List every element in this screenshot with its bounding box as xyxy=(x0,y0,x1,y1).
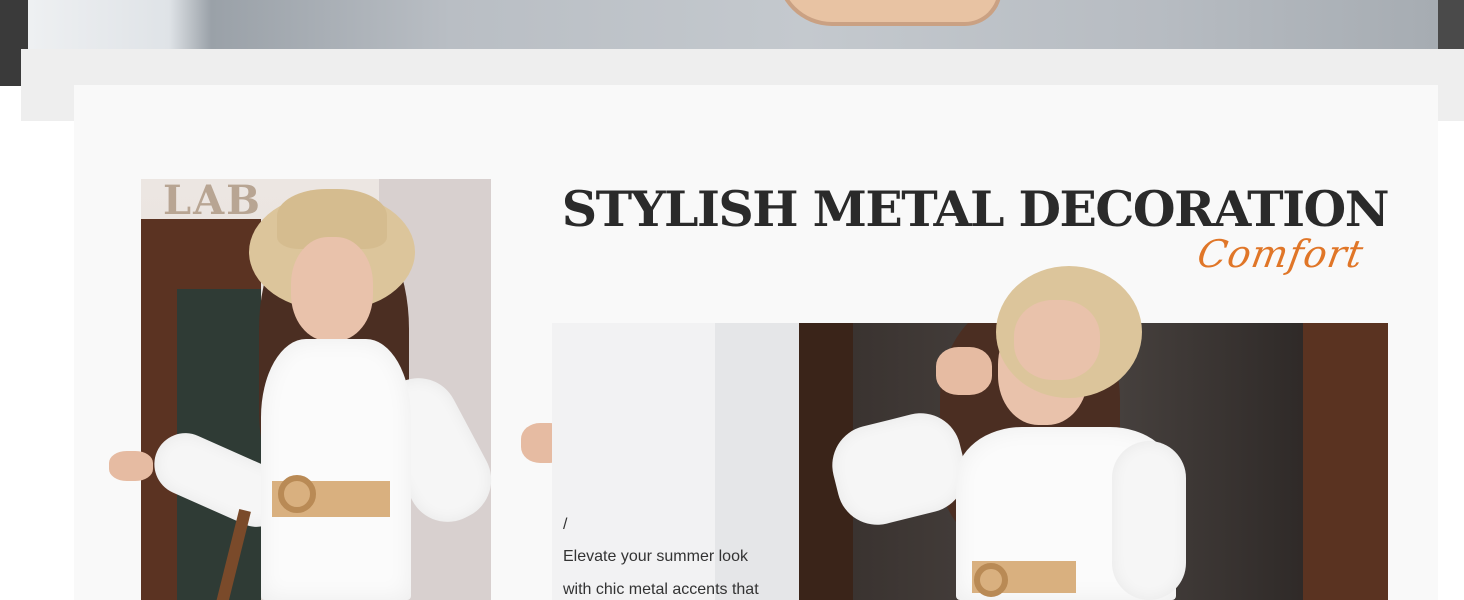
hand-left xyxy=(109,451,153,481)
description-block: / Elevate your summer look with chic met… xyxy=(563,514,793,600)
description-line-2: with chic metal accents that xyxy=(563,581,759,598)
bag-strap xyxy=(215,509,251,600)
face xyxy=(291,237,373,341)
shoe-detail xyxy=(776,0,1002,26)
section-title: STYLISH METAL DECORATION xyxy=(561,180,1390,238)
description-marker: / xyxy=(563,516,568,533)
white-dress xyxy=(261,339,411,600)
hand-at-hat xyxy=(936,347,992,395)
top-edge xyxy=(1438,0,1464,50)
model-photo-left: LAB xyxy=(109,179,569,600)
face-right-upper xyxy=(1014,300,1100,380)
description-line-1: Elevate your summer look xyxy=(563,548,748,565)
wooden-buckle xyxy=(974,563,1008,597)
model-figure-left xyxy=(109,179,569,600)
top-hero-photo xyxy=(28,0,1438,50)
wooden-buckle xyxy=(278,475,316,513)
script-accent-word: Comfort xyxy=(1194,232,1368,276)
sleeve-lower xyxy=(1112,441,1186,600)
